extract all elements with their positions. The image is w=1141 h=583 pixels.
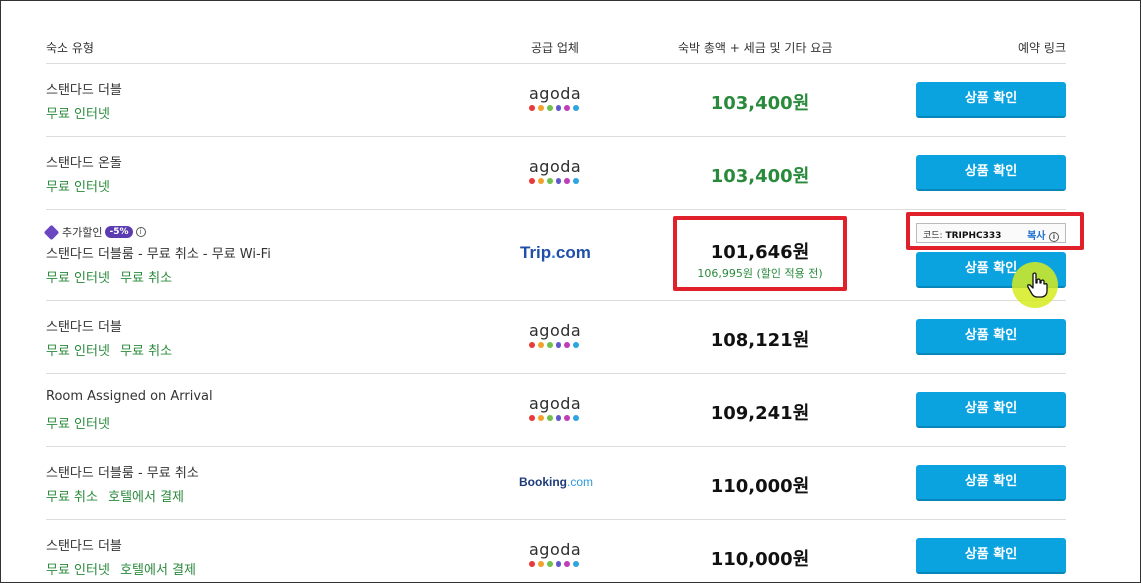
feature-tag: 무료 인터넷 — [46, 563, 110, 578]
feature-tag: 무료 인터넷 — [46, 180, 110, 195]
price-comparison-table: 숙소 유형 공급 업체 숙박 총액 + 세금 및 기타 요금 예약 링크 스탠다… — [43, 27, 1066, 583]
agoda-dot — [537, 561, 544, 567]
hand-pointer-icon — [1027, 272, 1048, 298]
agoda-dot — [564, 178, 571, 184]
agoda-dot — [529, 178, 535, 184]
room-features: 무료 취소 호텔에서 결제 — [46, 486, 190, 505]
trip-com-logo: Trip.com — [520, 243, 591, 262]
feature-tag: 호텔에서 결제 — [108, 490, 185, 505]
agoda-logo: agoda — [529, 542, 581, 567]
info-icon[interactable]: i — [135, 227, 146, 237]
extra-discount-promo: 추가할인 -5% i — [43, 224, 146, 240]
agoda-dot — [546, 105, 553, 111]
check-product-button[interactable]: 상품 확인 — [916, 155, 1066, 191]
header-room-type: 숙소 유형 — [46, 41, 94, 55]
agoda-dots — [529, 342, 579, 348]
agoda-dot — [546, 342, 553, 348]
agoda-dot — [564, 342, 571, 348]
agoda-dot — [537, 415, 544, 421]
price: 110,000원 — [710, 549, 810, 570]
agoda-dot — [573, 178, 579, 184]
agoda-dot — [546, 415, 553, 421]
room-name: 스탠다드 더블룸 - 무료 취소 - 무료 Wi-Fi — [46, 247, 271, 262]
room-features: 무료 인터넷 — [46, 413, 116, 432]
price: 109,241원 — [710, 403, 810, 424]
agoda-dot — [564, 105, 571, 111]
agoda-dots — [529, 561, 579, 567]
check-product-button[interactable]: 상품 확인 — [916, 392, 1066, 428]
agoda-dot — [546, 561, 553, 567]
table-row: 스탠다드 더블 무료 인터넷 무료 취소 agoda 108,121원 상품 확… — [46, 301, 1066, 374]
tag-icon — [43, 224, 60, 240]
agoda-dot — [537, 342, 544, 348]
room-name: 스탠다드 더블 — [46, 320, 122, 335]
agoda-dots — [529, 178, 579, 184]
feature-tag: 무료 취소 — [120, 344, 173, 359]
table-row: Room Assigned on Arrival 무료 인터넷 agoda 10… — [46, 374, 1066, 447]
agoda-dot — [555, 561, 562, 567]
booking-com-logo: Booking.com — [519, 475, 594, 489]
feature-tag: 무료 인터넷 — [46, 344, 110, 359]
room-name: Room Assigned on Arrival — [46, 389, 213, 404]
feature-tag: 무료 인터넷 — [46, 271, 110, 286]
table-header: 숙소 유형 공급 업체 숙박 총액 + 세금 및 기타 요금 예약 링크 — [46, 27, 1066, 64]
price: 110,000원 — [710, 476, 810, 497]
coupon-highlight-box — [906, 212, 1084, 250]
agoda-logo: agoda — [529, 159, 581, 184]
check-product-button[interactable]: 상품 확인 — [916, 465, 1066, 501]
table-row: 스탠다드 더블룸 - 무료 취소 무료 취소 호텔에서 결제 Booking.c… — [46, 447, 1066, 520]
room-name: 스탠다드 더블 — [46, 539, 122, 554]
agoda-dot — [555, 105, 562, 111]
feature-tag: 무료 인터넷 — [46, 417, 110, 432]
room-features: 무료 인터넷 호텔에서 결제 — [46, 559, 202, 578]
agoda-dot — [564, 561, 571, 567]
agoda-logo: agoda — [529, 323, 581, 348]
agoda-dot — [573, 561, 579, 567]
header-booking-link: 예약 링크 — [1018, 41, 1066, 55]
agoda-dot — [537, 178, 544, 184]
discount-badge: -5% — [105, 226, 133, 238]
price: 108,121원 — [710, 330, 810, 351]
check-product-button[interactable]: 상품 확인 — [916, 538, 1066, 574]
room-features: 무료 인터넷 — [46, 103, 116, 122]
agoda-logo: agoda — [529, 86, 581, 111]
agoda-dot — [564, 415, 571, 421]
room-name: 스탠다드 더블 — [46, 83, 122, 98]
room-features: 무료 인터넷 무료 취소 — [46, 340, 178, 359]
room-name: 스탠다드 온돌 — [46, 156, 122, 171]
check-product-button[interactable]: 상품 확인 — [916, 319, 1066, 355]
agoda-dot — [555, 178, 562, 184]
agoda-dot — [555, 415, 562, 421]
feature-tag: 무료 취소 — [46, 490, 98, 505]
room-name: 스탠다드 더블룸 - 무료 취소 — [46, 466, 199, 481]
header-supplier: 공급 업체 — [531, 41, 579, 55]
feature-tag: 무료 취소 — [120, 271, 173, 286]
agoda-dot — [573, 415, 579, 421]
table-row: 스탠다드 온돌 무료 인터넷 agoda 103,400원 상품 확인 — [46, 137, 1066, 210]
check-product-button[interactable]: 상품 확인 — [916, 82, 1066, 118]
price: 103,400원 — [710, 93, 810, 114]
agoda-dot — [546, 178, 553, 184]
agoda-dot — [529, 105, 535, 111]
agoda-dot — [529, 561, 535, 567]
header-price: 숙박 총액 + 세금 및 기타 요금 — [678, 41, 833, 55]
room-features: 무료 인터넷 무료 취소 — [46, 267, 178, 286]
agoda-dot — [573, 105, 579, 111]
price-highlight-box — [673, 216, 847, 291]
agoda-dot — [529, 415, 535, 421]
feature-tag: 무료 인터넷 — [46, 107, 110, 122]
agoda-dots — [529, 105, 579, 111]
agoda-dot — [555, 342, 562, 348]
promo-label: 추가할인 — [62, 226, 103, 239]
room-features: 무료 인터넷 — [46, 176, 116, 195]
table-row: 스탠다드 더블 무료 인터넷 agoda 103,400원 상품 확인 — [46, 64, 1066, 137]
price: 103,400원 — [710, 166, 810, 187]
agoda-dot — [529, 342, 535, 348]
agoda-dot — [573, 342, 579, 348]
agoda-logo: agoda — [529, 396, 581, 421]
table-row: 스탠다드 더블 무료 인터넷 호텔에서 결제 agoda 110,000원 상품… — [46, 520, 1066, 583]
agoda-dots — [529, 415, 579, 421]
agoda-dot — [537, 105, 544, 111]
feature-tag: 호텔에서 결제 — [120, 563, 196, 578]
